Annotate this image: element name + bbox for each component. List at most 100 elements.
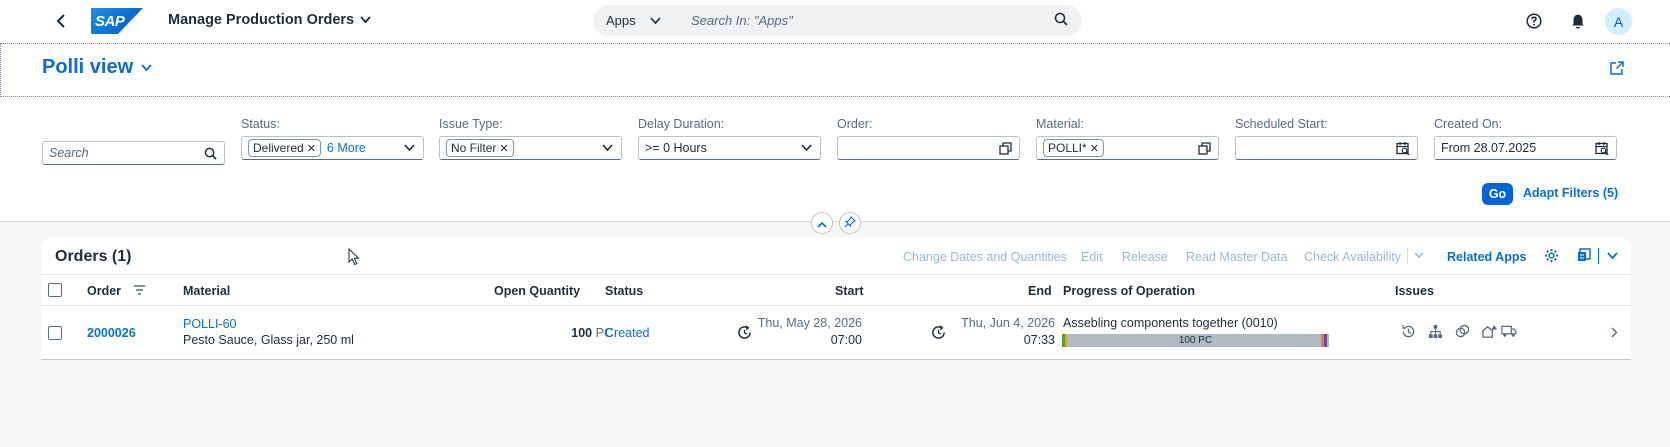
order-field[interactable] [837,136,1020,160]
pin-icon [844,215,856,231]
material-token[interactable]: POLLI* ✕ [1043,139,1104,157]
variant-management[interactable]: Polli view [42,56,152,79]
progress-label: 100 PC [1178,335,1213,346]
delivery-truck-icon[interactable] [1501,323,1517,339]
order-link[interactable]: 2000026 [87,326,136,340]
material-label: Material: [1036,117,1084,131]
filter-material: Material: POLLI* ✕ [1036,117,1219,160]
row-navigation-chevron-icon[interactable] [1611,325,1618,341]
page-header: Polli view [0,43,1670,97]
check-availability-button[interactable]: Check Availability [1304,250,1401,264]
filter-bar: Search Status: Delivered ✕ 6 More Issue T… [0,97,1670,222]
column-order[interactable]: Order [87,284,146,298]
issue-type-token[interactable]: No Filter ✕ [446,139,514,157]
remove-token-icon: ✕ [1089,142,1099,155]
table-header: Order Material Open Quantity Status Star… [41,274,1631,306]
material-field[interactable]: POLLI* ✕ [1036,136,1219,160]
chevron-up-icon [817,216,827,231]
chevron-down-icon[interactable] [402,141,416,155]
column-progress[interactable]: Progress of Operation [1063,284,1195,298]
edit-button[interactable]: Edit [1081,250,1103,264]
search-icon[interactable] [1054,12,1068,29]
search-icon[interactable] [203,146,217,160]
search-input[interactable]: Search In: "Apps" [691,13,1054,28]
status-more-link[interactable]: 6 More [327,141,366,155]
value-help-icon[interactable] [1197,141,1211,155]
chevron-down-icon[interactable] [600,141,614,155]
chevron-down-icon[interactable] [799,141,813,155]
created-on-field[interactable]: From 28.07.2025 [1434,136,1617,160]
orders-table: Orders (1) Change Dates and Quantities E… [41,238,1631,360]
export-menu-chevron-icon[interactable] [1607,249,1618,263]
chevron-down-icon [141,61,152,75]
pin-header-button[interactable] [839,212,861,234]
notification-bell-icon[interactable] [1568,11,1588,31]
adapt-filters-button[interactable]: Adapt Filters (5) [1523,186,1618,200]
hierarchy-icon[interactable] [1427,323,1443,339]
filter-issue-type: Issue Type: No Filter ✕ [439,117,622,160]
filter-created-on: Created On: From 28.07.2025 [1434,117,1617,160]
warehouse-warning-icon[interactable] [1481,323,1497,339]
change-dates-button[interactable]: Change Dates and Quantities [903,250,1067,264]
end-date: Thu, Jun 4, 2026 [961,316,1055,330]
open-quantity: 100 PC [571,326,613,340]
column-status[interactable]: Status [605,284,643,298]
issue-type-field[interactable]: No Filter ✕ [439,136,622,160]
history-icon[interactable] [1400,323,1416,339]
column-end[interactable]: End [1028,284,1052,298]
related-apps-button[interactable]: Related Apps [1447,250,1526,264]
select-all-checkbox[interactable] [48,283,62,297]
table-title: Orders (1) [55,248,132,265]
search-field[interactable]: Search [42,141,225,165]
calendar-icon[interactable] [1396,141,1410,155]
toolbar-separator [1407,248,1408,264]
filter-order: Order: [837,117,1020,160]
delay-duration-label: Delay Duration: [638,117,725,131]
components-icon[interactable] [1454,323,1470,339]
status-token[interactable]: Delivered ✕ [248,139,321,157]
search-bar[interactable]: Apps Search In: "Apps" [593,5,1082,36]
column-material[interactable]: Material [183,284,230,298]
column-start[interactable]: Start [835,284,863,298]
operation-description: Assebling components together (0010) [1063,316,1278,330]
issue-type-label: Issue Type: [439,117,503,131]
app-title-menu[interactable]: Manage Production Orders [168,12,371,28]
row-checkbox[interactable] [48,326,62,340]
page-title: Polli view [42,56,134,78]
status-field[interactable]: Delivered ✕ 6 More [241,136,424,160]
header-toggle-buttons [811,212,861,234]
filter-status: Status: Delivered ✕ 6 More [241,117,424,160]
settings-icon[interactable] [1544,248,1559,266]
filter-delay-duration: Delay Duration: >= 0 Hours [638,117,821,160]
column-issues[interactable]: Issues [1395,284,1434,298]
material-link[interactable]: POLLI-60 [183,317,237,331]
export-icon[interactable] [1577,248,1592,265]
back-icon[interactable] [52,12,70,30]
start-time: 07:00 [830,333,862,347]
calendar-icon[interactable] [1595,141,1609,155]
chevron-down-icon [360,13,371,27]
help-icon[interactable] [1524,11,1544,31]
column-open-quantity[interactable]: Open Quantity [494,284,580,298]
sap-logo[interactable]: SAP [91,8,143,34]
scheduled-start-field[interactable] [1235,136,1418,160]
check-availability-menu[interactable] [1414,248,1424,262]
read-master-data-button[interactable]: Read Master Data [1186,250,1287,264]
shell-bar: SAP Manage Production Orders Apps Search… [0,0,1670,43]
filter-scheduled-start: Scheduled Start: [1235,117,1418,160]
chevron-down-icon [650,13,661,28]
delay-duration-select[interactable]: >= 0 Hours [638,136,821,160]
value-help-icon[interactable] [998,141,1012,155]
share-icon[interactable] [1609,60,1629,80]
avatar[interactable]: A [1605,8,1632,35]
go-button[interactable]: Go [1482,183,1513,205]
created-on-label: Created On: [1434,117,1503,131]
mouse-cursor-icon [348,247,360,269]
release-button[interactable]: Release [1122,250,1168,264]
collapse-header-button[interactable] [811,212,833,234]
operation-progress-bar: 100 PC [1062,334,1329,347]
scheduled-start-label: Scheduled Start: [1235,117,1328,131]
search-scope-select[interactable]: Apps [606,13,671,28]
table-row[interactable]: 2000026 POLLI-60 Pesto Sauce, Glass jar,… [41,306,1631,360]
status-label: Status: [241,117,280,131]
